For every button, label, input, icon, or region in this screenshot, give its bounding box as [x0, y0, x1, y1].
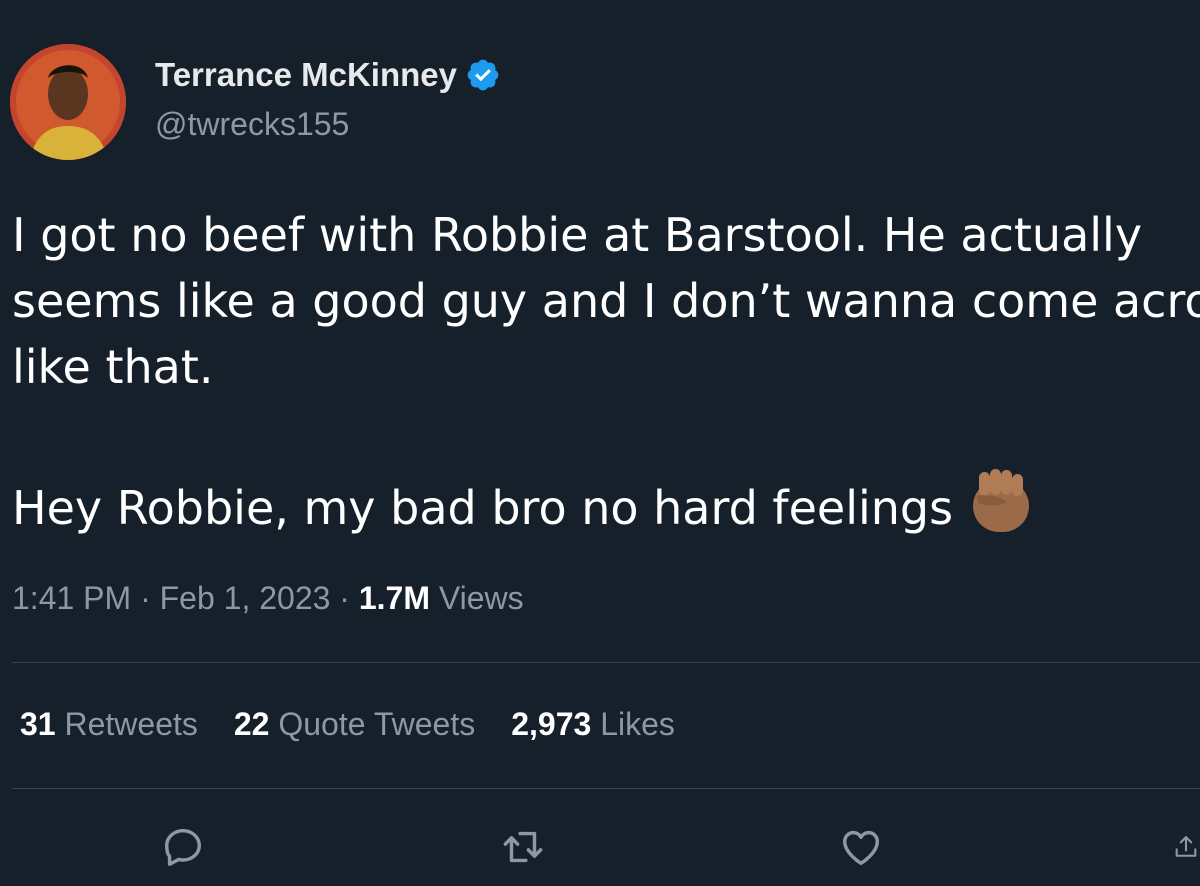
tweet-line: I got no beef with Robbie at Barstool. H…: [12, 208, 1143, 262]
meta-separator: ·: [140, 580, 160, 616]
tweet-line: like that.: [12, 340, 214, 394]
author-handle[interactable]: @twrecks155: [155, 106, 349, 143]
tweet-line: Hey Robbie, my bad bro no hard feelings: [12, 481, 954, 535]
tweet-meta: 1:41 PM · Feb 1, 2023 · 1.7M Views: [12, 580, 524, 617]
author-name[interactable]: Terrance McKinney: [155, 56, 501, 94]
verified-badge-icon: [467, 59, 499, 91]
retweets-count: 31: [20, 706, 56, 742]
retweets-label: Retweets: [64, 706, 198, 742]
quotes-label: Quote Tweets: [278, 706, 476, 742]
likes-stat[interactable]: 2,973 Likes: [511, 706, 675, 743]
avatar-image: [10, 44, 126, 160]
author-name-text: Terrance McKinney: [155, 56, 457, 93]
retweet-button[interactable]: [498, 822, 548, 872]
share-icon: [1175, 836, 1197, 857]
like-icon: [842, 830, 880, 866]
divider: [12, 662, 1200, 663]
views-label: Views: [438, 580, 524, 616]
avatar[interactable]: [10, 44, 126, 160]
raised-fist-emoji-icon: [973, 469, 1030, 532]
share-button[interactable]: [1172, 822, 1200, 872]
tweet-date[interactable]: Feb 1, 2023: [160, 580, 331, 616]
divider: [12, 788, 1200, 789]
likes-label: Likes: [600, 706, 675, 742]
reply-icon: [164, 828, 202, 866]
quotes-count: 22: [233, 706, 270, 742]
likes-count: 2,973: [511, 706, 592, 742]
reply-button[interactable]: [158, 822, 208, 872]
retweet-icon: [503, 831, 543, 863]
meta-separator: ·: [339, 580, 359, 616]
tweet-text: I got no beef with Robbie at Barstool. H…: [12, 202, 1200, 541]
quote-tweets-stat[interactable]: 22 Quote Tweets: [234, 706, 475, 743]
tweet-second-paragraph: Hey Robbie, my bad bro no hard feelings: [12, 466, 1200, 541]
tweet-time[interactable]: 1:41 PM: [12, 580, 131, 616]
engagement-stats: 31 Retweets 22 Quote Tweets 2,973 Likes: [20, 706, 711, 743]
tweet-line: seems like a good guy and I don’t wanna …: [12, 274, 1200, 328]
like-button[interactable]: [836, 822, 886, 872]
retweets-stat[interactable]: 31 Retweets: [20, 706, 198, 743]
views-count: 1.7M: [358, 580, 430, 616]
